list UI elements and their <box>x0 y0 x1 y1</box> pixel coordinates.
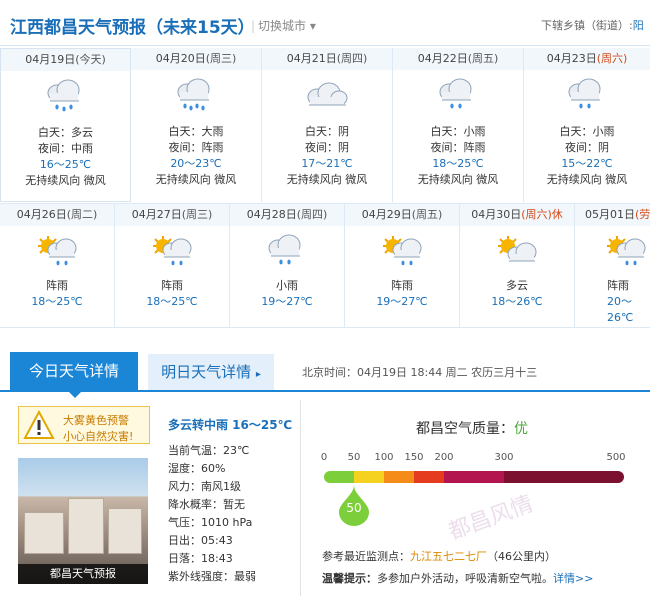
chevron-down-icon: ▾ <box>309 19 316 33</box>
cloud-rain-icon <box>264 234 310 268</box>
aqi-color-bar <box>324 471 624 483</box>
switch-city-label: 切换城市 <box>258 19 307 33</box>
time-info: 北京时间：04月19日 18:44 周二 农历三月十三 <box>302 366 538 379</box>
detail-item: 气压：1010 hPa <box>168 516 253 529</box>
sun-cloud-rain-icon <box>149 234 195 268</box>
aqi-scale: 0 50 100 150 200 300 500 <box>320 452 626 464</box>
sun-cloud-rain-icon <box>603 234 649 268</box>
aqi-bar-segment <box>354 471 384 483</box>
forecast-day[interactable]: 04月21日(周四) 白天：阴 夜间：阴 17～21℃ 无持续风向 微风 <box>262 48 393 202</box>
detail-item: 紫外线强度：最弱 <box>168 570 256 583</box>
forecast-day[interactable]: 04月19日(今天) 白天：多云 夜间：中雨 16～25℃ 无持续风向 微风 <box>0 48 131 202</box>
detail-item: 湿度：60% <box>168 462 226 475</box>
forecast-day[interactable]: 05月01日(劳动 阵雨20～26℃ <box>575 204 650 327</box>
detail-tabs: 今日天气详情 明日天气详情 ▸ 北京时间：04月19日 18:44 周二 农历三… <box>0 352 650 398</box>
aqi-scale-label: 200 <box>434 452 454 463</box>
aqi-bar-segment <box>504 471 624 483</box>
forecast-day[interactable]: 04月20日(周三) 白天：大雨 夜间：阵雨 20～23℃ 无持续风向 微风 <box>131 48 262 202</box>
tab-today-detail[interactable]: 今日天气详情 <box>10 352 138 398</box>
cloud-icon <box>304 78 350 112</box>
aqi-scale-label: 100 <box>374 452 394 463</box>
page-title: 江西都昌天气预报（未来15天） <box>10 18 255 38</box>
detail-item: 日出：05:43 <box>168 534 233 547</box>
aqi-scale-label: 300 <box>494 452 514 463</box>
aqi-value: 50 <box>346 501 362 515</box>
fog-warning-banner[interactable]: 大雾黄色预警 小心自然灾害! <box>18 406 150 444</box>
forecast-day[interactable]: 04月26日(周二) 阵雨 18～25℃ <box>0 204 115 327</box>
today-detail-panel: 大雾黄色预警 小心自然灾害! 都昌天气预报 多云转中雨 16～25℃ 当前气温：… <box>10 400 293 596</box>
aqi-scale-label: 50 <box>347 452 361 463</box>
holiday-badge: 休 <box>551 208 563 221</box>
aqi-bar-segment <box>444 471 504 483</box>
aqi-scale-label: 150 <box>404 452 424 463</box>
forecast-day[interactable]: 04月30日(周六)休 多云 18～26℃ <box>460 204 575 327</box>
sun-cloud-icon <box>494 234 540 268</box>
sun-cloud-rain-icon <box>34 234 80 268</box>
photo-caption: 都昌天气预报 <box>18 564 148 584</box>
forecast-day[interactable]: 04月28日(周四) 小雨 19～27℃ <box>230 204 345 327</box>
sun-cloud-rain-icon <box>379 234 425 268</box>
details-link[interactable]: 详情>> <box>553 572 593 585</box>
aqi-tip: 温馨提示：多参加户外活动，呼吸清新空气啦。详情>> <box>322 572 594 585</box>
aqi-scale-label: 500 <box>606 452 626 463</box>
air-quality-panel: 都昌空气质量：优 0 50 100 150 200 300 500 50 参考最近监测点：九… <box>318 400 638 596</box>
sub-town-selector[interactable]: 下辖乡镇（街道）:阳 <box>541 17 644 33</box>
cloud-rain-icon <box>173 78 219 112</box>
sub-town-link[interactable]: 阳 <box>633 19 644 32</box>
aqi-bar-segment <box>324 471 354 483</box>
tab-tomorrow-detail[interactable]: 明日天气详情 ▸ <box>148 354 274 390</box>
chevron-right-icon: ▸ <box>255 369 261 380</box>
cloud-rain-icon <box>564 78 610 112</box>
today-condition: 多云转中雨 16～25℃ <box>168 418 293 432</box>
aqi-level: 优 <box>514 421 528 437</box>
warning-icon <box>23 410 55 439</box>
forecast-row-2: 04月26日(周二) 阵雨 18～25℃ 04月27日(周三) 阵雨 18～25℃ … <box>0 203 650 328</box>
forecast-day[interactable]: 04月27日(周三) 阵雨 18～25℃ <box>115 204 230 327</box>
cloud-rain-icon <box>435 78 481 112</box>
switch-city-dropdown[interactable]: | 切换城市 ▾ <box>251 17 316 34</box>
detail-item: 降水概率：暂无 <box>168 498 245 511</box>
aqi-bar-segment <box>414 471 444 483</box>
station-name: 九江五七二七厂 <box>410 550 487 563</box>
aqi-scale-label: 0 <box>320 452 328 463</box>
detail-item: 日落：18:43 <box>168 552 233 565</box>
forecast-day[interactable]: 04月22日(周五) 白天：小雨 夜间：阵雨 18～25℃ 无持续风向 微风 <box>393 48 524 202</box>
header-bar: 江西都昌天气预报（未来15天） | 切换城市 ▾ 下辖乡镇（街道）:阳 <box>0 0 650 46</box>
detail-item: 当前气温：23℃ <box>168 444 250 457</box>
cloud-rain-icon <box>43 79 89 113</box>
forecast-day[interactable]: 04月29日(周五) 阵雨 19～27℃ <box>345 204 460 327</box>
aqi-title: 都昌空气质量：优 <box>416 421 528 437</box>
city-photo[interactable]: 都昌天气预报 <box>18 458 148 584</box>
aqi-bar-segment <box>384 471 414 483</box>
forecast-row-1: 04月19日(今天) 白天：多云 夜间：中雨 16～25℃ 无持续风向 微风 04月2… <box>0 48 650 202</box>
today-details-list: 当前气温：23℃ 湿度：60% 风力：南风1级 降水概率：暂无 气压：1010 … <box>168 442 256 586</box>
monitoring-station: 参考最近监测点：九江五七二七厂（46公里内） <box>322 550 556 563</box>
aqi-value-marker: 50 <box>337 485 371 527</box>
forecast-day[interactable]: 04月23日(周六) 白天：小雨 夜间：阴 15～22℃ 无持续风向 微风 <box>524 48 650 202</box>
divider <box>300 400 301 596</box>
detail-item: 风力：南风1级 <box>168 480 241 493</box>
